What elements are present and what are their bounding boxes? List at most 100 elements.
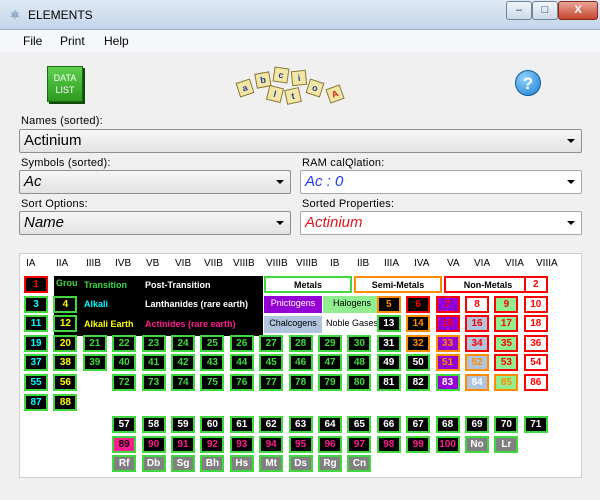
element-cell[interactable]: 18	[523, 315, 548, 333]
element-cell[interactable]: 50	[406, 354, 431, 372]
element-cell[interactable]: 68	[435, 416, 460, 433]
element-cell[interactable]: 64	[318, 416, 342, 433]
element-cell[interactable]: 24	[171, 334, 195, 352]
symbols-dropdown[interactable]: Ac	[19, 170, 291, 194]
element-cell[interactable]: 76	[229, 374, 254, 391]
element-cell[interactable]: 78	[288, 374, 313, 391]
element-cell[interactable]: 19	[24, 334, 48, 352]
element-cell[interactable]: 51	[435, 354, 460, 372]
element-cell[interactable]: 30	[347, 334, 372, 352]
element-cell[interactable]: 55	[24, 374, 48, 391]
element-cell[interactable]: Hs	[229, 455, 254, 473]
element-cell[interactable]: 93	[229, 435, 254, 453]
element-cell[interactable]: 61	[229, 416, 254, 433]
element-cell[interactable]: Mt	[259, 455, 284, 473]
element-cell[interactable]: Bh	[200, 455, 225, 473]
element-cell[interactable]: Lr	[494, 435, 519, 453]
element-cell[interactable]: Db	[141, 455, 166, 473]
element-cell[interactable]: Cn	[347, 455, 372, 473]
ram-dropdown[interactable]: Ac : 0	[300, 170, 582, 194]
element-cell[interactable]: 88	[53, 393, 78, 411]
element-cell[interactable]: 81	[376, 374, 401, 391]
element-cell[interactable]: 20	[53, 334, 78, 352]
element-cell[interactable]: 33	[435, 334, 460, 352]
element-cell[interactable]: 72	[112, 374, 137, 391]
names-dropdown[interactable]: Actinium	[19, 129, 582, 153]
element-cell[interactable]: 3	[24, 295, 48, 313]
element-cell[interactable]: 1	[24, 276, 48, 293]
element-cell[interactable]: 7	[435, 295, 460, 313]
element-cell[interactable]: 94	[259, 435, 284, 453]
element-cell[interactable]: 56	[53, 374, 78, 391]
element-cell[interactable]: 40	[112, 354, 137, 372]
element-cell[interactable]: 16	[465, 315, 489, 333]
element-cell[interactable]: 98	[376, 435, 401, 453]
element-cell[interactable]: 12	[53, 315, 78, 333]
menu-print[interactable]: Print	[60, 34, 85, 48]
element-cell[interactable]: 66	[376, 416, 401, 433]
element-cell[interactable]: 43	[200, 354, 225, 372]
element-cell[interactable]: 46	[288, 354, 313, 372]
element-cell[interactable]: 9	[494, 295, 519, 313]
element-cell[interactable]: 84	[465, 374, 489, 391]
element-cell[interactable]: 92	[200, 435, 225, 453]
element-cell[interactable]: 89	[112, 435, 137, 453]
help-button[interactable]: ?	[515, 70, 541, 96]
element-cell[interactable]: 58	[141, 416, 166, 433]
element-cell[interactable]: 90	[141, 435, 166, 453]
element-cell[interactable]: 34	[465, 334, 489, 352]
element-cell[interactable]: 31	[376, 334, 401, 352]
element-cell[interactable]: 39	[82, 354, 107, 372]
element-cell[interactable]: 83	[435, 374, 460, 391]
element-cell[interactable]: 48	[347, 354, 372, 372]
element-cell[interactable]: 8	[465, 295, 489, 313]
element-cell[interactable]: 86	[523, 374, 548, 391]
element-cell[interactable]: 74	[171, 374, 195, 391]
element-cell[interactable]: 71	[523, 416, 548, 433]
element-cell[interactable]: 45	[259, 354, 284, 372]
element-cell[interactable]: 80	[347, 374, 372, 391]
element-cell[interactable]: 22	[112, 334, 137, 352]
element-cell[interactable]: 75	[200, 374, 225, 391]
close-button[interactable]: X	[558, 1, 598, 20]
element-cell[interactable]: 29	[318, 334, 342, 352]
element-cell[interactable]: 42	[171, 354, 195, 372]
sort-options-dropdown[interactable]: Name	[19, 211, 291, 235]
element-cell[interactable]: 54	[523, 354, 548, 372]
element-cell[interactable]: 96	[318, 435, 342, 453]
element-cell[interactable]: 82	[406, 374, 431, 391]
element-cell[interactable]: 59	[171, 416, 195, 433]
element-cell[interactable]: 79	[318, 374, 342, 391]
element-cell[interactable]: 52	[465, 354, 489, 372]
element-cell[interactable]: 63	[288, 416, 313, 433]
element-cell[interactable]: 32	[406, 334, 431, 352]
element-cell[interactable]: 85	[494, 374, 519, 391]
element-cell[interactable]: 100	[435, 435, 460, 453]
minimize-button[interactable]: –	[506, 1, 532, 20]
element-cell[interactable]: 41	[141, 354, 166, 372]
element-cell[interactable]: 62	[259, 416, 284, 433]
element-cell[interactable]: 73	[141, 374, 166, 391]
element-cell[interactable]: 53	[494, 354, 519, 372]
element-cell[interactable]: 44	[229, 354, 254, 372]
element-cell[interactable]: Ds	[288, 455, 313, 473]
element-cell[interactable]: 23	[141, 334, 166, 352]
element-cell[interactable]: 97	[347, 435, 372, 453]
element-cell[interactable]: 69	[465, 416, 489, 433]
element-cell[interactable]: 21	[82, 334, 107, 352]
element-cell[interactable]: 67	[406, 416, 431, 433]
element-cell[interactable]: 95	[288, 435, 313, 453]
element-cell[interactable]: Sg	[171, 455, 195, 473]
menu-help[interactable]: Help	[104, 34, 129, 48]
element-cell[interactable]: 87	[24, 393, 48, 411]
element-cell[interactable]: 10	[523, 295, 548, 313]
element-cell[interactable]: 77	[259, 374, 284, 391]
element-cell[interactable]: 13	[376, 315, 401, 333]
maximize-button[interactable]: □	[532, 1, 558, 20]
element-cell[interactable]: 2	[523, 276, 548, 293]
element-cell[interactable]: 28	[288, 334, 313, 352]
element-cell[interactable]: 27	[259, 334, 284, 352]
element-cell[interactable]: No	[465, 435, 489, 453]
element-cell[interactable]: 38	[53, 354, 78, 372]
element-cell[interactable]: 70	[494, 416, 519, 433]
